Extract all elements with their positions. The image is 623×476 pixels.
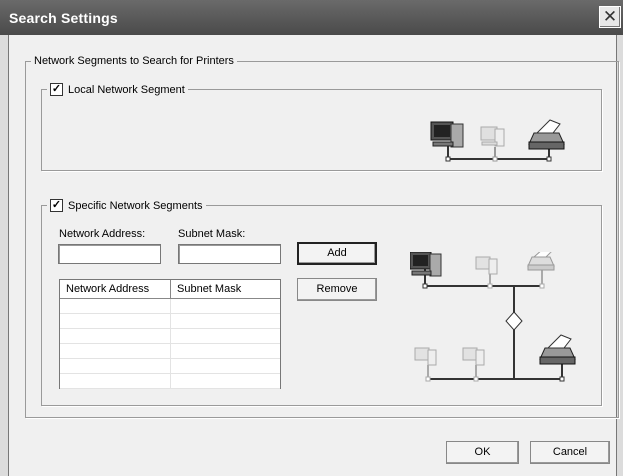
computer-icon — [480, 126, 505, 147]
local-segment-checkbox[interactable]: ✓ Local Network Segment — [50, 83, 185, 96]
ok-button[interactable]: OK — [446, 441, 519, 464]
computer-icon — [414, 347, 437, 366]
title-bar: Search Settings ✕ — [0, 0, 623, 35]
computer-icon — [410, 252, 442, 277]
local-segment-label: Local Network Segment — [68, 83, 185, 96]
close-icon[interactable]: ✕ — [599, 6, 621, 28]
specific-network-illustration — [410, 252, 576, 382]
column-header-subnet-mask[interactable]: Subnet Mask — [171, 280, 280, 298]
specific-segments-checkbox[interactable]: ✓ Specific Network Segments — [50, 199, 203, 212]
computer-icon — [430, 121, 464, 148]
router-icon — [505, 311, 523, 331]
specific-segments-legend: ✓ Specific Network Segments — [47, 199, 206, 212]
local-segment-legend: ✓ Local Network Segment — [47, 83, 188, 96]
printer-icon — [528, 119, 565, 150]
table-header: Network Address Subnet Mask — [60, 280, 280, 299]
computer-icon — [475, 256, 498, 275]
specific-segments-label: Specific Network Segments — [68, 199, 203, 212]
computer-icon — [462, 347, 485, 366]
subnet-mask-input[interactable] — [178, 244, 281, 264]
add-button[interactable]: Add — [297, 242, 377, 265]
table-row — [60, 374, 280, 389]
segments-group-legend: Network Segments to Search for Printers — [34, 55, 234, 67]
table-row — [60, 344, 280, 359]
segments-table[interactable]: Network Address Subnet Mask — [59, 279, 281, 389]
table-row — [60, 359, 280, 374]
table-row — [60, 314, 280, 329]
column-header-network-address[interactable]: Network Address — [60, 280, 171, 298]
cancel-button[interactable]: Cancel — [530, 441, 610, 464]
network-address-input[interactable] — [58, 244, 161, 264]
printer-icon — [539, 334, 576, 365]
checkbox-checkmark-icon: ✓ — [50, 199, 63, 212]
dialog-title: Search Settings — [9, 10, 118, 26]
local-network-illustration — [430, 119, 565, 162]
remove-button[interactable]: Remove — [297, 278, 377, 301]
network-address-label: Network Address: — [59, 228, 146, 240]
search-settings-dialog: Search Settings ✕ Network Segments to Se… — [0, 0, 623, 476]
printer-icon — [527, 252, 555, 271]
dialog-body: Network Segments to Search for Printers … — [8, 35, 619, 476]
local-segment-group: ✓ Local Network Segment — [41, 83, 602, 171]
table-row — [60, 299, 280, 314]
subnet-mask-label: Subnet Mask: — [178, 228, 246, 240]
table-row — [60, 329, 280, 344]
checkbox-checkmark-icon: ✓ — [50, 83, 63, 96]
